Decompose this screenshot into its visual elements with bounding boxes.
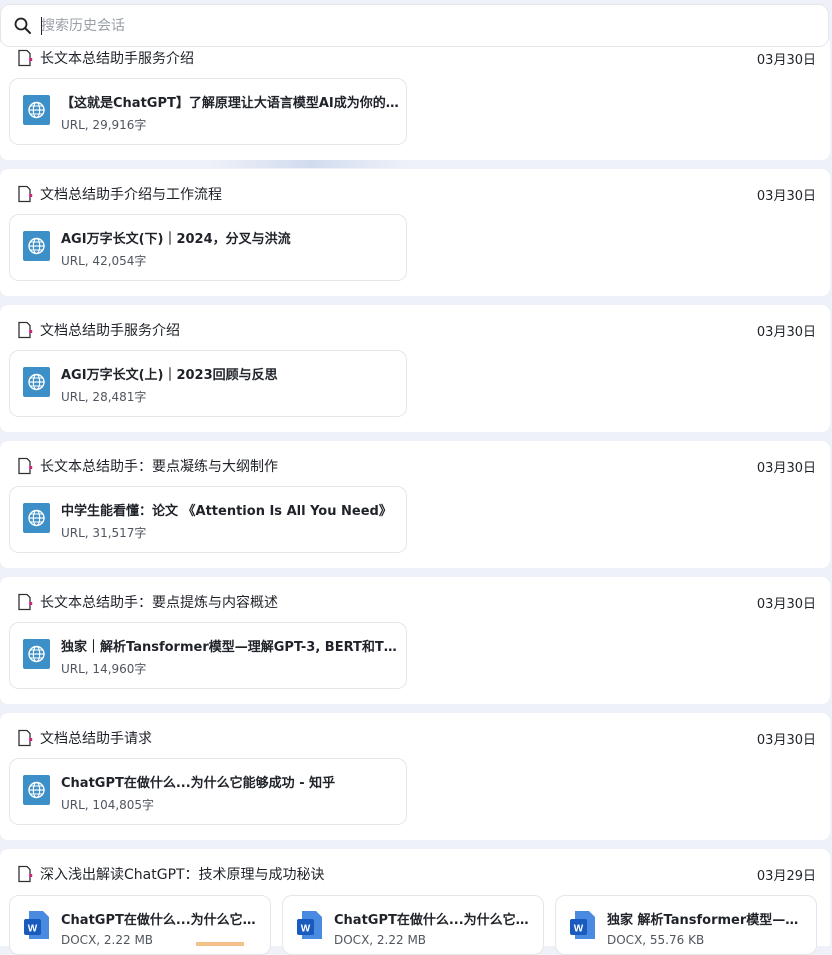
- file-name: AGI万字长文(上)｜2023回顾与反思: [61, 368, 278, 383]
- session-title: 长文本总结助手服务介绍: [40, 51, 194, 67]
- file-name: 独家 解析Tansformer模型—理解GPT-3: [607, 913, 811, 928]
- session-item[interactable]: 文档总结助手请求 03月30日 ChatGPT在做什么...为什么它能够成功 -…: [0, 713, 830, 840]
- file-meta: URL, 31,517字: [61, 526, 147, 540]
- word-icon: W: [23, 910, 50, 940]
- session-item[interactable]: 长文本总结助手：要点凝练与大纲制作 03月30日 中学生能看懂：论文 《Atte…: [0, 441, 830, 568]
- chat-doc-icon: [16, 321, 34, 339]
- session-item[interactable]: 长文本总结助手服务介绍 03月30日 【这就是ChatGPT】了解原理让大语言模…: [0, 36, 830, 160]
- session-item[interactable]: 文档总结助手服务介绍 03月30日 AGI万字长文(上)｜2023回顾与反思 U…: [0, 305, 830, 432]
- file-name: 【这就是ChatGPT】了解原理让大语言模型AI成为你的...: [61, 96, 399, 111]
- globe-icon: [23, 367, 50, 397]
- chat-doc-icon: [16, 185, 34, 203]
- file-name: 中学生能看懂：论文 《Attention Is All You Need》: [61, 504, 392, 519]
- file-name: AGI万字长文(下)｜2024，分叉与洪流: [61, 232, 291, 247]
- globe-icon: [23, 95, 50, 125]
- session-item[interactable]: 长文本总结助手：要点提炼与内容概述 03月30日 独家｜解析Tansformer…: [0, 577, 830, 704]
- scroll-indicator: [196, 942, 244, 946]
- session-title: 长文本总结助手：要点凝练与大纲制作: [40, 459, 278, 475]
- globe-icon: [23, 775, 50, 805]
- session-date: 03月30日: [756, 732, 816, 748]
- file-meta: URL, 14,960字: [61, 662, 147, 676]
- session-date: 03月30日: [756, 52, 816, 68]
- globe-icon: [23, 639, 50, 669]
- file-card[interactable]: ChatGPT在做什么...为什么它能够成功 - 知乎 URL, 104,805…: [9, 758, 407, 825]
- file-name: ChatGPT在做什么...为什么它能够成功: [334, 913, 538, 928]
- svg-text:W: W: [28, 924, 38, 935]
- file-name: ChatGPT在做什么...为什么它能够成功: [61, 913, 265, 928]
- session-title: 文档总结助手请求: [40, 731, 152, 747]
- search-bar: [0, 4, 829, 47]
- chat-doc-icon: [16, 729, 34, 747]
- file-card[interactable]: 【这就是ChatGPT】了解原理让大语言模型AI成为你的... URL, 29,…: [9, 78, 407, 145]
- session-date: 03月30日: [756, 596, 816, 612]
- globe-icon: [23, 231, 50, 261]
- chat-doc-icon: [16, 865, 34, 883]
- file-card[interactable]: 中学生能看懂：论文 《Attention Is All You Need》 UR…: [9, 486, 407, 553]
- file-meta: DOCX, 2.22 MB: [334, 933, 427, 947]
- file-meta: URL, 42,054字: [61, 254, 147, 268]
- word-icon: W: [296, 910, 323, 940]
- session-date: 03月30日: [756, 460, 816, 476]
- globe-icon: [23, 503, 50, 533]
- file-card[interactable]: AGI万字长文(下)｜2024，分叉与洪流 URL, 42,054字: [9, 214, 407, 281]
- file-name: 独家｜解析Tansformer模型—理解GPT-3, BERT和T5...: [61, 640, 399, 655]
- chat-doc-icon: [16, 457, 34, 475]
- file-card[interactable]: W 独家 解析Tansformer模型—理解GPT-3 DOCX, 55.76 …: [555, 895, 817, 955]
- chat-doc-icon: [16, 593, 34, 611]
- svg-text:W: W: [574, 924, 584, 935]
- file-card[interactable]: W ChatGPT在做什么...为什么它能够成功 DOCX, 2.22 MB: [282, 895, 544, 955]
- file-card[interactable]: W ChatGPT在做什么...为什么它能够成功 DOCX, 2.22 MB: [9, 895, 271, 955]
- session-title: 长文本总结助手：要点提炼与内容概述: [40, 595, 278, 611]
- session-item[interactable]: 深入浅出解读ChatGPT：技术原理与成功秘诀 03月29日 W ChatGPT…: [0, 849, 830, 955]
- file-meta: URL, 29,916字: [61, 118, 147, 132]
- session-item[interactable]: 文档总结助手介绍与工作流程 03月30日 AGI万字长文(下)｜2024，分叉与…: [0, 169, 830, 296]
- search-input[interactable]: [39, 11, 743, 40]
- file-meta: DOCX, 2.22 MB: [61, 933, 154, 947]
- file-card[interactable]: 独家｜解析Tansformer模型—理解GPT-3, BERT和T5... UR…: [9, 622, 407, 689]
- divider: [210, 160, 410, 168]
- file-meta: URL, 104,805字: [61, 798, 155, 812]
- session-title: 文档总结助手介绍与工作流程: [40, 187, 222, 203]
- file-card[interactable]: AGI万字长文(上)｜2023回顾与反思 URL, 28,481字: [9, 350, 407, 417]
- search-icon[interactable]: [13, 16, 33, 36]
- chat-doc-icon: [16, 49, 34, 67]
- file-meta: URL, 28,481字: [61, 390, 147, 404]
- text-cursor: [41, 17, 42, 35]
- session-title: 文档总结助手服务介绍: [40, 323, 180, 339]
- session-date: 03月30日: [756, 324, 816, 340]
- word-icon: W: [569, 910, 596, 940]
- session-title: 深入浅出解读ChatGPT：技术原理与成功秘诀: [40, 867, 325, 883]
- svg-text:W: W: [301, 924, 311, 935]
- file-name: ChatGPT在做什么...为什么它能够成功 - 知乎: [61, 776, 336, 791]
- session-date: 03月29日: [756, 868, 816, 884]
- file-meta: DOCX, 55.76 KB: [607, 933, 705, 947]
- session-date: 03月30日: [756, 188, 816, 204]
